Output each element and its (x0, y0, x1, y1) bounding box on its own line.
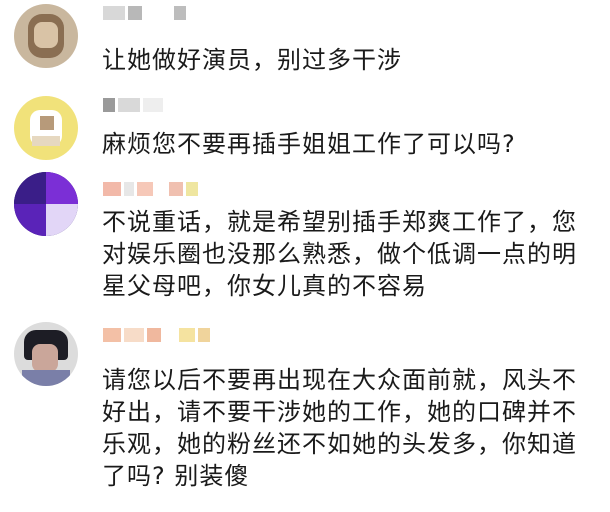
username-blurred[interactable] (103, 182, 198, 196)
user-avatar[interactable] (14, 322, 78, 386)
user-avatar[interactable] (14, 172, 78, 236)
user-avatar[interactable] (14, 96, 78, 160)
comment-text: 麻烦您不要再插手姐姐工作了可以吗? (102, 130, 516, 158)
comment-text: 请您以后不要再出现在大众面前就，风头不 好出，请不要干涉她的工作，她的口碑并不 … (102, 366, 577, 490)
username-blurred[interactable] (103, 98, 163, 112)
comment-text: 让她做好演员，别过多干涉 (102, 46, 402, 74)
comment-text: 不说重话，就是希望别插手郑爽工作了，您 对娱乐圈也没那么熟悉，做个低调一点的明 … (102, 208, 577, 300)
username-blurred[interactable] (103, 328, 210, 342)
username-blurred[interactable] (103, 6, 186, 20)
user-avatar[interactable] (14, 4, 78, 68)
